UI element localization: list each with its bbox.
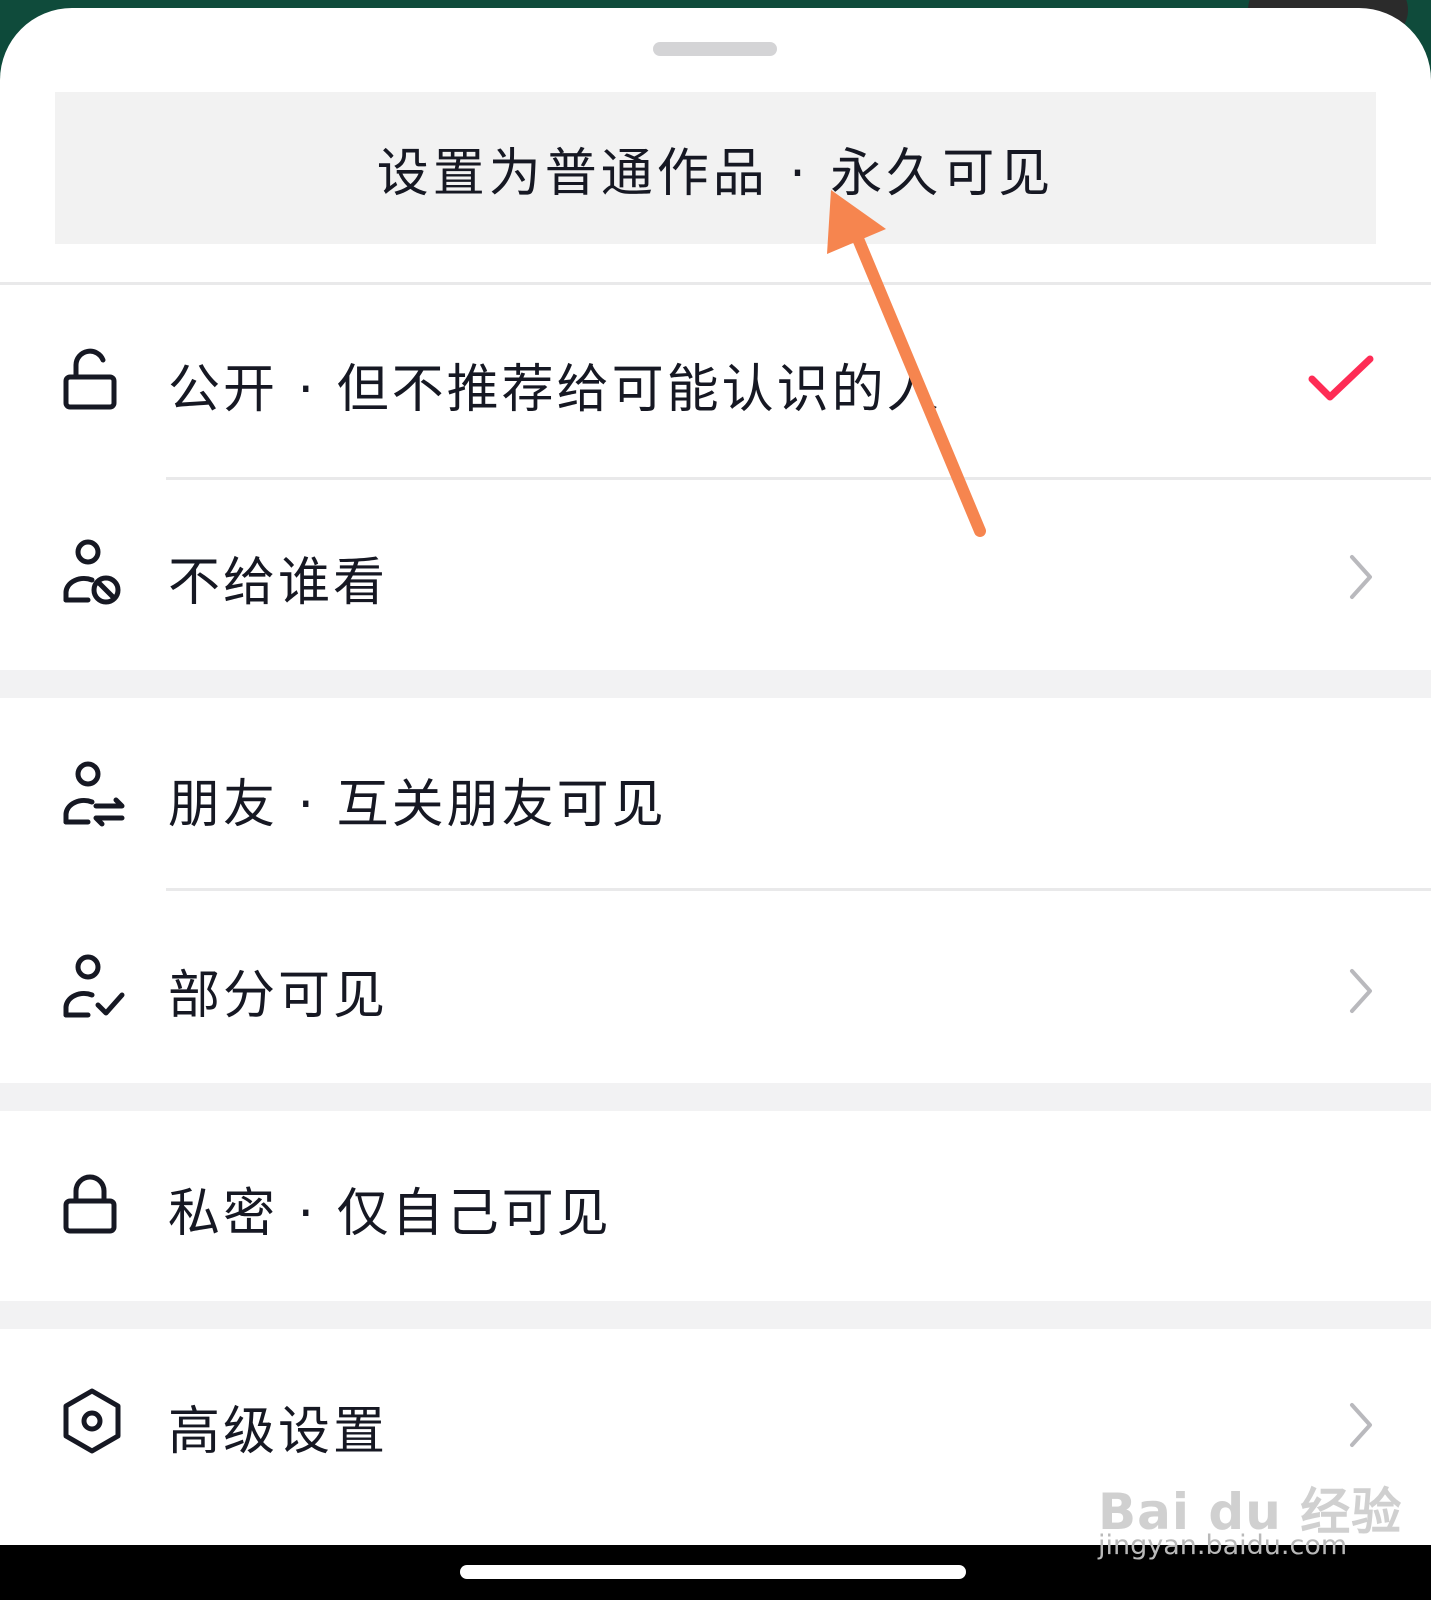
chevron-right-icon [1346, 967, 1376, 1015]
chevron-right-icon [1346, 1401, 1376, 1449]
watermark-url: jingyan.baidu.com [1098, 1530, 1348, 1561]
option-label: 私密 · 仅自己可见 [168, 1184, 612, 1244]
option-private[interactable]: 私密 · 仅自己可见 [0, 1111, 1431, 1301]
lock-icon [58, 1169, 126, 1237]
option-label: 朋友 · 互关朋友可见 [168, 775, 667, 835]
option-partial[interactable]: 部分可见 [0, 891, 1431, 1083]
option-hide-from[interactable]: 不给谁看 [0, 480, 1431, 670]
home-indicator[interactable] [460, 1565, 966, 1579]
unlock-icon [58, 345, 126, 413]
banner-text: 设置为普通作品 · 永久可见 [376, 143, 1055, 204]
option-label: 公开 · 但不推荐给可能认识的人 [168, 360, 942, 420]
hexagon-settings-icon [58, 1387, 126, 1455]
banner-set-normal-work[interactable]: 设置为普通作品 · 永久可见 [55, 92, 1376, 244]
section-gap [0, 1083, 1431, 1111]
option-public[interactable]: 公开 · 但不推荐给可能认识的人 [0, 285, 1431, 477]
user-swap-icon [58, 760, 126, 828]
visibility-sheet: 设置为普通作品 · 永久可见 公开 · 但不推荐给可能认识的人 不给谁看 朋友 … [0, 8, 1431, 1545]
section-gap [0, 670, 1431, 698]
section-gap [0, 1301, 1431, 1329]
user-block-icon [58, 538, 126, 606]
option-label: 高级设置 [168, 1402, 389, 1462]
option-label: 不给谁看 [168, 553, 389, 613]
chevron-right-icon [1346, 553, 1376, 601]
option-label: 部分可见 [168, 966, 389, 1026]
user-check-icon [58, 953, 126, 1021]
check-icon [1306, 353, 1376, 409]
drag-handle[interactable] [653, 42, 777, 56]
option-friends[interactable]: 朋友 · 互关朋友可见 [0, 698, 1431, 888]
